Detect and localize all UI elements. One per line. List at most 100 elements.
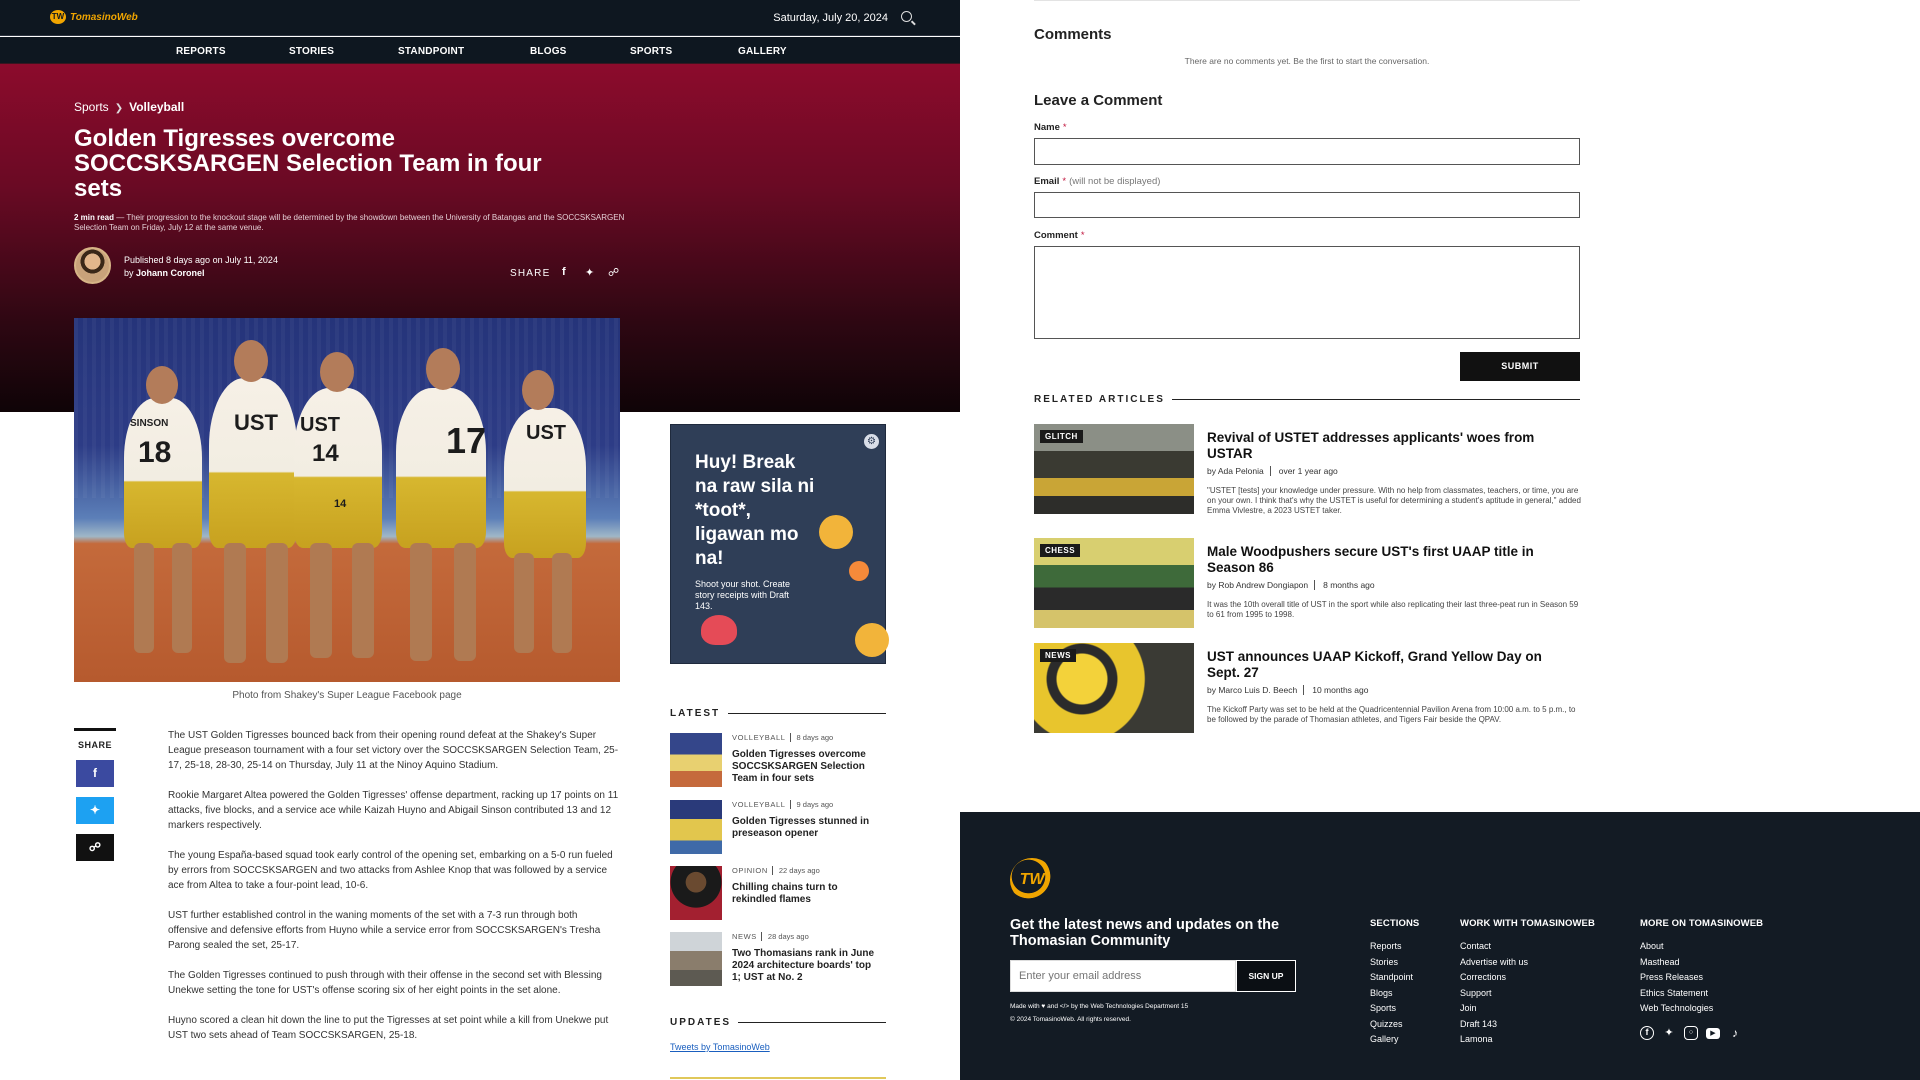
comment-textarea[interactable] [1034, 246, 1580, 339]
name-field[interactable] [1034, 138, 1580, 165]
signup-button[interactable]: SIGN UP [1236, 960, 1296, 992]
player-leg [172, 543, 192, 653]
related-article[interactable]: CHESS Male Woodpushers secure UST's firs… [1034, 538, 1580, 632]
latest-title: Chilling chains turn to rekindled flames [732, 882, 838, 905]
author-avatar[interactable] [74, 247, 111, 284]
footer-link[interactable]: Draft 143 [1460, 1017, 1595, 1033]
article-body: The UST Golden Tigresses bounced back fr… [168, 728, 620, 1058]
ad-banner[interactable]: ⚙ Huy! Break na raw sila ni *toot*, liga… [670, 424, 889, 664]
related-byline: by Ada Pelonia over 1 year ago [1207, 466, 1338, 476]
footer-link[interactable]: Corrections [1460, 970, 1595, 986]
related-title[interactable]: Revival of USTET addresses applicants' w… [1207, 430, 1577, 462]
share-sidebar: SHARE f ✦ ☍ [74, 728, 116, 861]
footer-link[interactable]: Join [1460, 1001, 1595, 1017]
article-photo: 18 SINSON UST UST 14 17 UST 14 [74, 318, 620, 682]
breadcrumb-sports[interactable]: Sports [74, 100, 109, 114]
twitter-icon[interactable]: ✦ [585, 266, 594, 279]
footer-column-heading: MORE ON TOMASINOWEB [1640, 918, 1764, 929]
top-divider [1034, 0, 1580, 1]
share-twitter-button[interactable]: ✦ [76, 797, 114, 824]
site-logo[interactable]: TW TomasinoWeb [50, 10, 138, 24]
footer-link[interactable]: Stories [1370, 955, 1419, 971]
article-dek: 2 min read — Their progression to the kn… [74, 213, 629, 233]
footer-link[interactable]: About [1640, 939, 1763, 955]
tiktok-icon[interactable]: ♪ [1728, 1026, 1742, 1040]
jersey-name: SINSON [130, 418, 169, 429]
footer-link[interactable]: Web Technologies [1640, 1001, 1763, 1017]
read-time: 2 min read [74, 213, 115, 222]
dek-text: — Their progression to the knockout stag… [74, 213, 625, 232]
youtube-icon[interactable]: ▶ [1706, 1028, 1720, 1039]
ad-options-icon[interactable]: ⚙ [864, 434, 879, 449]
share-facebook-button[interactable]: f [76, 760, 114, 787]
link-icon[interactable]: ☍ [608, 266, 619, 279]
footer-link[interactable]: Press Releases [1640, 970, 1763, 986]
latest-thumbnail [670, 932, 722, 986]
facebook-icon[interactable]: f [562, 266, 566, 278]
player-leg [352, 543, 374, 658]
footer-link[interactable]: Quizzes [1370, 1017, 1419, 1033]
latest-item[interactable]: OPINION 22 days ago Chilling chains turn … [670, 866, 886, 926]
article-paragraph: The Golden Tigresses continued to push t… [168, 970, 602, 996]
search-icon[interactable] [901, 11, 912, 22]
no-comments-text: There are no comments yet. Be the first … [1184, 56, 1430, 66]
footer-logo[interactable]: TW [1010, 858, 1054, 902]
player-leg [514, 553, 534, 653]
article-paragraph: UST further established control in the w… [168, 910, 601, 951]
related-title[interactable]: UST announces UAAP Kickoff, Grand Yellow… [1207, 649, 1577, 681]
updates-heading: UPDATES [670, 1017, 732, 1028]
author-name[interactable]: Johann Coronel [136, 268, 205, 278]
nav-standpoint[interactable]: STANDPOINT [398, 46, 464, 57]
nav-blogs[interactable]: BLOGS [530, 46, 567, 57]
article-paragraph: The UST Golden Tigresses bounced back fr… [168, 730, 619, 771]
latest-heading: LATEST [670, 708, 721, 719]
footer-link[interactable]: Support [1460, 986, 1595, 1002]
jersey-number: 17 [446, 420, 487, 461]
footer-link[interactable]: Ethics Statement [1640, 986, 1763, 1002]
footer-column-heading: WORK WITH TOMASINOWEB [1460, 918, 1595, 929]
jersey-name: UST [300, 414, 340, 436]
top-bar: TW TomasinoWeb Saturday, July 20, 2024 [0, 0, 960, 36]
footer-link[interactable]: Masthead [1640, 955, 1763, 971]
chevron-right-icon: ❯ [114, 103, 124, 114]
latest-category: VOLLEYBALL [732, 800, 786, 809]
nav-stories[interactable]: STORIES [289, 46, 334, 57]
footer-link[interactable]: Gallery [1370, 1032, 1419, 1048]
logo-mark: TW [50, 10, 66, 24]
jersey-number: 14 [334, 498, 347, 510]
instagram-icon[interactable]: ○ [1684, 1026, 1698, 1040]
footer-link[interactable]: Reports [1370, 939, 1419, 955]
submit-button[interactable]: SUBMIT [1460, 352, 1580, 381]
twitter-icon[interactable]: ✦ [1662, 1026, 1676, 1040]
required-mark: * [1062, 122, 1067, 133]
facebook-icon[interactable]: f [1640, 1026, 1654, 1040]
logo-text: TomasinoWeb [70, 11, 138, 23]
related-tag: NEWS [1040, 649, 1076, 662]
footer-link[interactable]: Sports [1370, 1001, 1419, 1017]
footer-link[interactable]: Advertise with us [1460, 955, 1595, 971]
tweets-link[interactable]: Tweets by TomasinoWeb [670, 1042, 770, 1052]
email-field[interactable] [1034, 192, 1580, 218]
nav-reports[interactable]: REPORTS [176, 46, 226, 57]
newsletter-email-input[interactable] [1010, 960, 1236, 992]
footer-link[interactable]: Standpoint [1370, 970, 1419, 986]
footer-link[interactable]: Lamona [1460, 1032, 1595, 1048]
related-title[interactable]: Male Woodpushers secure UST's first UAAP… [1207, 544, 1577, 576]
jersey-number: 18 [138, 436, 172, 469]
required-mark: * [1062, 176, 1067, 187]
related-article[interactable]: GLITCH Revival of USTET addresses applic… [1034, 424, 1581, 518]
share-label: SHARE [510, 268, 551, 279]
latest-item[interactable]: NEWS 28 days ago Two Thomasians rank in J… [670, 932, 886, 992]
related-article[interactable]: NEWS UST announces UAAP Kickoff, Grand Y… [1034, 643, 1580, 737]
player-leg [454, 543, 476, 661]
footer-link[interactable]: Blogs [1370, 986, 1419, 1002]
latest-item[interactable]: VOLLEYBALL 8 days ago Golden Tigresses ov… [670, 733, 886, 793]
latest-item[interactable]: VOLLEYBALL 9 days ago Golden Tigresses st… [670, 800, 886, 860]
copy-link-button[interactable]: ☍ [76, 834, 114, 861]
emoji-icon [849, 561, 869, 581]
breadcrumb-volleyball[interactable]: Volleyball [129, 100, 184, 114]
nav-gallery[interactable]: GALLERY [738, 46, 787, 57]
footer-link[interactable]: Contact [1460, 939, 1595, 955]
current-date: Saturday, July 20, 2024 [773, 12, 888, 24]
nav-sports[interactable]: SPORTS [630, 46, 672, 57]
